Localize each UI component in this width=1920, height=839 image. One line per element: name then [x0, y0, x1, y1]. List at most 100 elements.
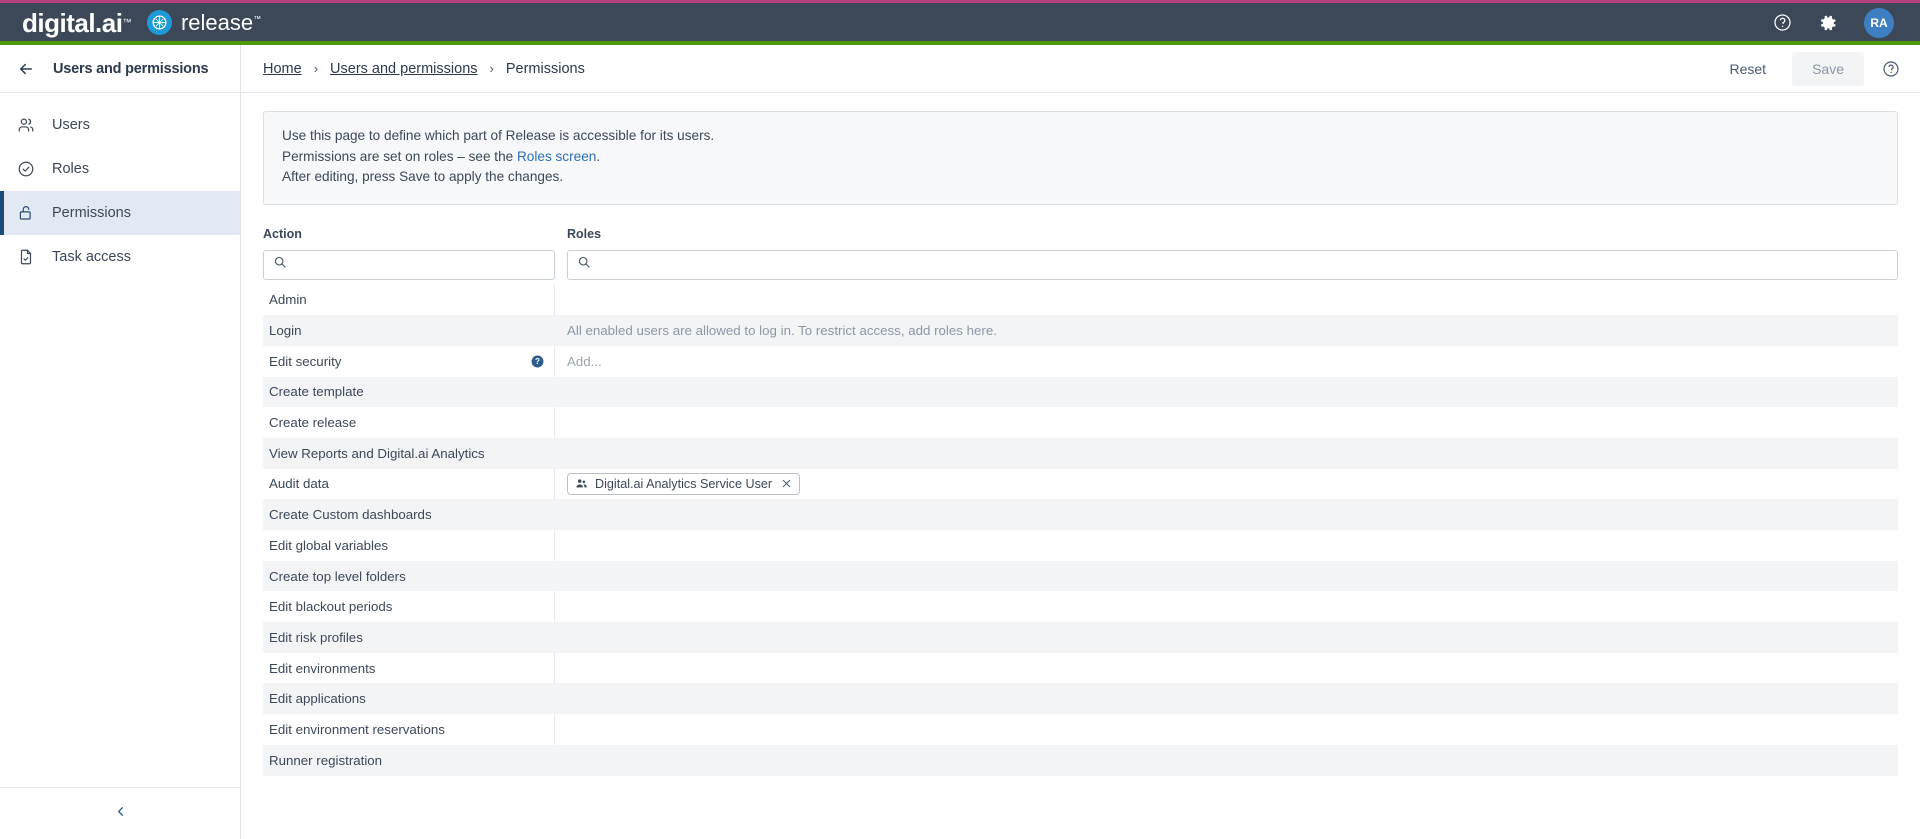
page-help-icon[interactable]: [1882, 60, 1900, 78]
action-search-input[interactable]: [295, 250, 554, 279]
roles-screen-link[interactable]: Roles screen: [517, 149, 596, 164]
table-row: Edit security? Add...: [263, 345, 1898, 377]
sidebar-item-permissions[interactable]: Permissions: [0, 191, 240, 235]
sidebar-item-users[interactable]: Users: [0, 103, 240, 147]
roles-column-header: Roles: [555, 227, 1898, 250]
roles-search-input[interactable]: [599, 250, 1897, 279]
release-label: release: [180, 9, 254, 35]
release-trademark: ™: [253, 14, 262, 24]
permission-action-label: Edit risk profiles: [269, 629, 363, 645]
sidebar-back-header[interactable]: Users and permissions: [0, 45, 240, 93]
permission-action-cell: Audit data: [263, 468, 555, 500]
svg-text:?: ?: [535, 357, 540, 366]
table-row: Create Custom dashboards: [263, 499, 1898, 530]
table-row: Audit data Digital.ai Analytics Service U…: [263, 468, 1898, 500]
release-label-wrap: release™: [180, 9, 262, 35]
permission-action-cell: Edit environments: [263, 652, 555, 684]
permission-roles-cell[interactable]: [555, 714, 1898, 745]
reset-button[interactable]: Reset: [1714, 52, 1783, 86]
info-banner: Use this page to define which part of Re…: [263, 111, 1898, 205]
permission-action-label: Create template: [269, 384, 364, 400]
help-circle-icon[interactable]: [1773, 13, 1792, 32]
chevron-left-icon: [113, 804, 128, 824]
permission-action-label: Admin: [269, 292, 307, 308]
permission-roles-cell[interactable]: [555, 438, 1898, 469]
permissions-table: Admin Login All enabled users are allowed …: [263, 284, 1898, 776]
save-button[interactable]: Save: [1792, 51, 1864, 86]
table-row: Edit applications: [263, 683, 1898, 715]
breadcrumb-item-users-and-permissions[interactable]: Users and permissions: [330, 61, 477, 77]
release-product-badge[interactable]: release™: [146, 9, 262, 35]
add-roles-placeholder[interactable]: Add...: [567, 354, 602, 369]
permissions-column-headers: Action Roles: [263, 227, 1898, 250]
permission-roles-cell[interactable]: [555, 285, 1898, 316]
permission-action-cell: Runner registration: [263, 745, 555, 776]
digitalai-logo[interactable]: digital.ai ™: [22, 10, 131, 36]
table-row: Edit risk profiles: [263, 622, 1898, 653]
permission-action-cell: Edit environment reservations: [263, 714, 555, 745]
sidebar-item-label-permissions: Permissions: [52, 205, 131, 221]
permission-action-cell: Create Custom dashboards: [263, 499, 555, 530]
permission-roles-cell[interactable]: [555, 622, 1898, 653]
roles-search-wrapper[interactable]: [567, 249, 1898, 280]
permission-roles-cell[interactable]: [555, 683, 1898, 714]
permission-roles-cell[interactable]: [555, 591, 1898, 622]
action-search-wrapper[interactable]: [263, 249, 555, 280]
sidebar-item-label-roles: Roles: [52, 161, 90, 177]
group-users-icon: [575, 477, 588, 490]
permission-action-cell: Create release: [263, 407, 555, 438]
permission-roles-cell[interactable]: [555, 499, 1898, 530]
table-row: Create top level folders: [263, 560, 1898, 592]
permissions-page: Use this page to define which part of Re…: [241, 93, 1920, 839]
breadcrumb-item-home[interactable]: Home: [263, 61, 302, 77]
permission-action-cell: Edit global variables: [263, 530, 555, 561]
table-row: Edit environments: [263, 652, 1898, 684]
sidebar-item-label-users: Users: [52, 117, 90, 133]
sidebar-item-task-access[interactable]: Task access: [0, 235, 240, 279]
gear-icon[interactable]: [1818, 13, 1838, 33]
table-row: Admin: [263, 284, 1898, 316]
check-circle-icon: [16, 160, 35, 179]
action-column-header: Action: [263, 227, 555, 250]
main-content: Home › Users and permissions › Permissio…: [241, 45, 1920, 839]
action-column-title: Action: [263, 226, 302, 241]
sidebar-item-roles[interactable]: Roles: [0, 147, 240, 191]
permissions-filter-row: [263, 249, 1898, 280]
permission-action-label: Edit global variables: [269, 537, 389, 553]
top-bar-actions: RA: [1773, 7, 1898, 38]
permission-action-cell: View Reports and Digital.ai Analytics: [263, 438, 555, 469]
permission-roles-cell[interactable]: [555, 407, 1898, 438]
permission-roles-cell[interactable]: [555, 377, 1898, 408]
roles-note-text: All enabled users are allowed to log in.…: [567, 323, 997, 339]
search-icon: [568, 255, 599, 274]
permission-roles-cell[interactable]: [555, 653, 1898, 684]
permission-action-label: Edit environments: [269, 660, 376, 676]
sidebar-collapse-button[interactable]: [0, 787, 240, 839]
close-x-icon[interactable]: [781, 478, 792, 489]
table-row: Edit global variables: [263, 530, 1898, 561]
permission-roles-cell[interactable]: All enabled users are allowed to log in.…: [555, 315, 1898, 346]
digitalai-trademark: ™: [122, 17, 131, 27]
permission-roles-cell[interactable]: Digital.ai Analytics Service User: [555, 469, 1898, 500]
info-line-2-post: .: [596, 148, 601, 164]
permission-action-label: Create top level folders: [269, 568, 406, 584]
permission-help-icon[interactable]: ?: [531, 355, 544, 368]
table-row: View Reports and Digital.ai Analytics: [263, 437, 1898, 469]
breadcrumb-item-current: Permissions: [505, 60, 585, 77]
permission-action-cell: Admin: [263, 284, 555, 316]
permission-roles-cell[interactable]: [555, 561, 1898, 592]
unlock-icon: [16, 204, 35, 223]
arrow-left-icon[interactable]: [16, 59, 35, 78]
permission-roles-cell[interactable]: [555, 745, 1898, 776]
permission-roles-cell[interactable]: [555, 530, 1898, 561]
table-row: Create template: [263, 376, 1898, 408]
breadcrumb-bar: Home › Users and permissions › Permissio…: [241, 45, 1920, 93]
permission-action-label: Create release: [269, 415, 357, 431]
permission-action-cell: Edit risk profiles: [263, 622, 555, 653]
table-row: Login All enabled users are allowed to lo…: [263, 315, 1898, 346]
info-line-2: Permissions are set on roles – see the R…: [282, 147, 1879, 168]
permission-roles-cell[interactable]: Add...: [555, 346, 1898, 377]
avatar[interactable]: RA: [1864, 7, 1894, 38]
permission-action-cell: Create template: [263, 377, 555, 408]
table-row: Edit environment reservations: [263, 714, 1898, 745]
